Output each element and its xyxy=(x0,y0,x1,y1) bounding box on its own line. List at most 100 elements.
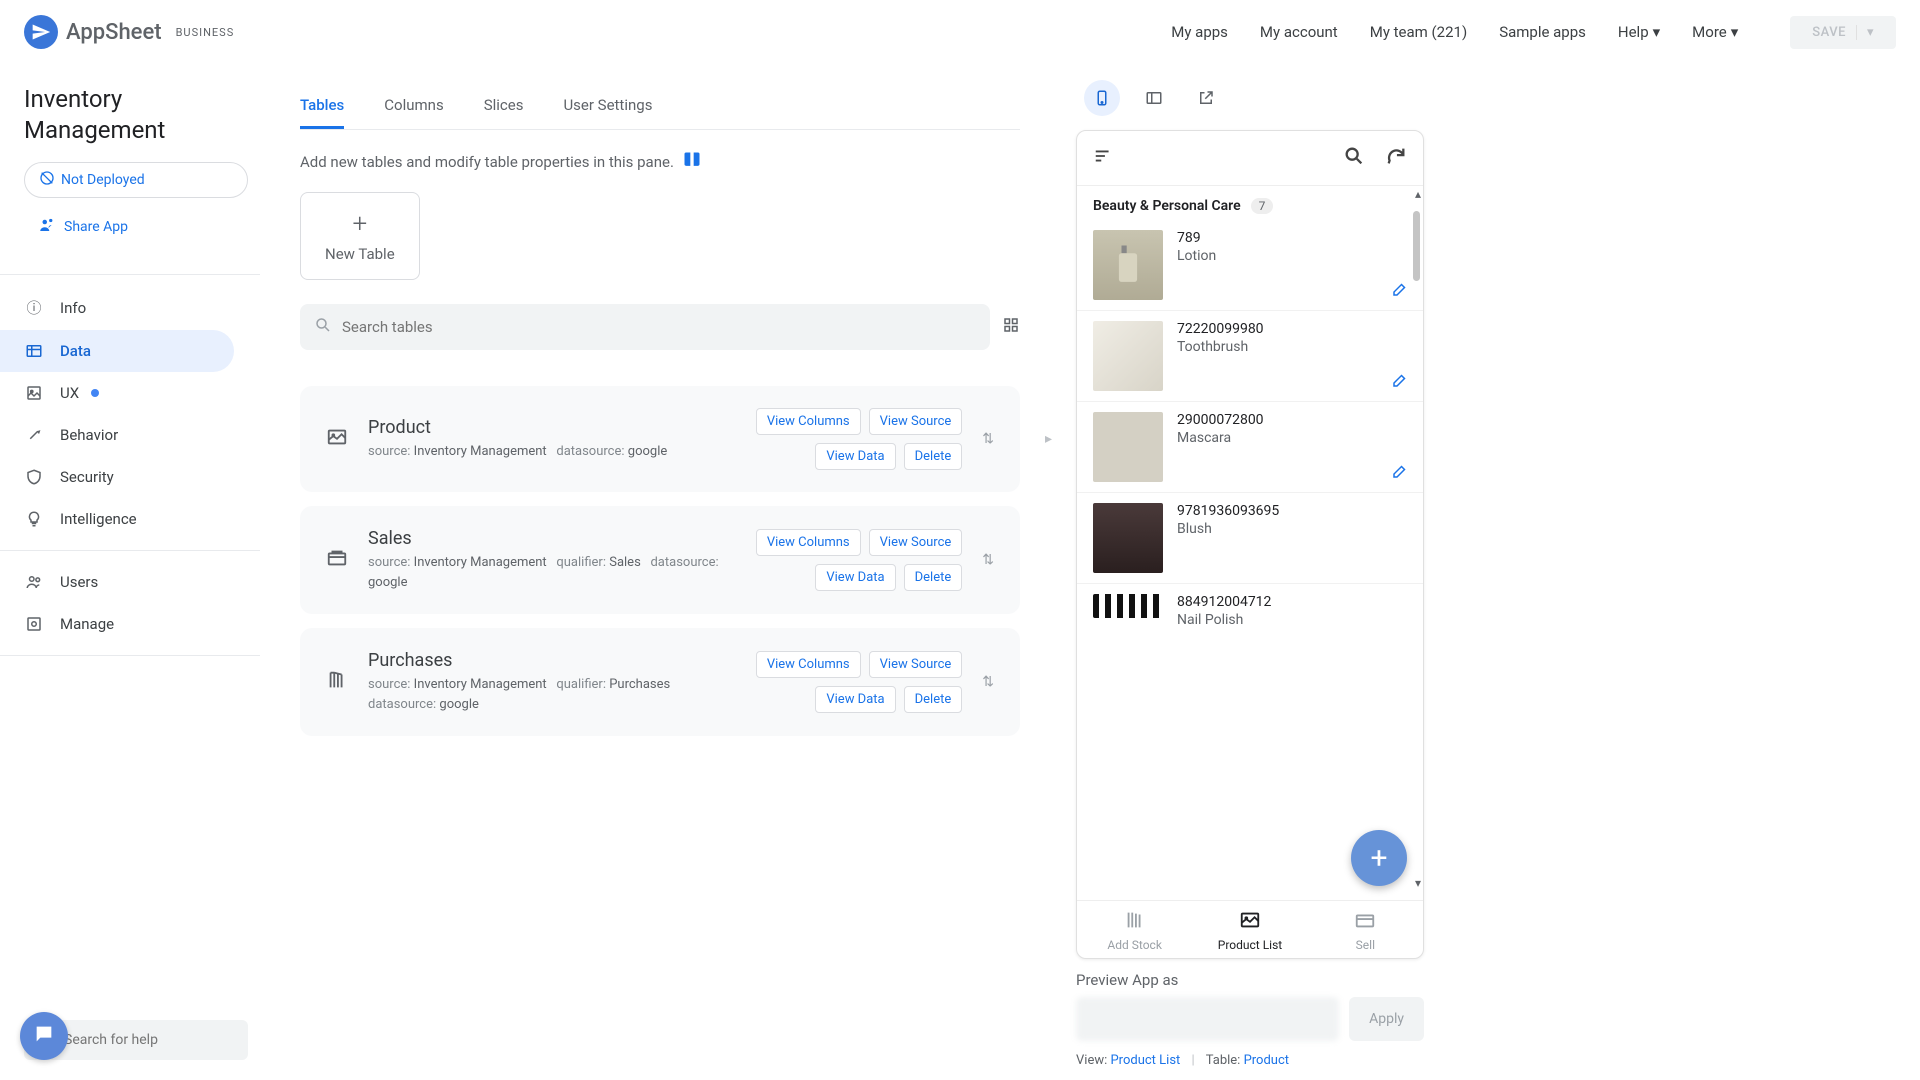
view-columns-button[interactable]: View Columns xyxy=(756,651,861,678)
edit-icon[interactable] xyxy=(1391,371,1409,393)
refresh-icon[interactable] xyxy=(1385,145,1407,171)
expand-collapse-icon[interactable]: ⇅ xyxy=(982,431,994,447)
nav-my-account[interactable]: My account xyxy=(1260,23,1338,41)
nav-sample-apps[interactable]: Sample apps xyxy=(1499,23,1586,41)
table-card-product[interactable]: Product source: Inventory Management dat… xyxy=(300,386,1020,492)
search-tables-input[interactable] xyxy=(342,318,976,336)
view-columns-button[interactable]: View Columns xyxy=(756,529,861,556)
view-label: View: xyxy=(1076,1053,1107,1068)
view-data-button[interactable]: View Data xyxy=(815,443,895,470)
view-columns-button[interactable]: View Columns xyxy=(756,408,861,435)
help-book-icon[interactable] xyxy=(682,150,702,174)
bottomnav-label: Sell xyxy=(1356,938,1375,952)
product-row[interactable]: 884912004712 Nail Polish xyxy=(1077,584,1423,638)
product-row[interactable]: 29000072800 Mascara xyxy=(1077,402,1423,493)
table-type-icon xyxy=(326,547,348,574)
delete-button[interactable]: Delete xyxy=(904,443,963,470)
nav-help-label: Help xyxy=(1618,23,1649,41)
product-thumbnail xyxy=(1093,412,1163,482)
help-search-input[interactable] xyxy=(64,1032,234,1048)
fab-add-button[interactable]: + xyxy=(1351,830,1407,886)
bottomnav-product-list[interactable]: Product List xyxy=(1192,901,1307,958)
view-data-button[interactable]: View Data xyxy=(815,564,895,591)
ux-notification-dot xyxy=(91,389,99,397)
search-tables[interactable] xyxy=(300,304,990,350)
product-list[interactable]: 789 Lotion 72220099980 Toothbrush xyxy=(1077,220,1423,900)
new-table-button[interactable]: + New Table xyxy=(300,192,420,280)
deploy-status-label: Not Deployed xyxy=(61,172,145,188)
apply-button[interactable]: Apply xyxy=(1349,997,1424,1041)
logo[interactable]: AppSheet BUSINESS xyxy=(24,15,234,49)
view-link[interactable]: Product List xyxy=(1110,1053,1180,1068)
tab-slices[interactable]: Slices xyxy=(484,84,524,129)
table-name: Product xyxy=(368,417,736,438)
share-app-button[interactable]: Share App xyxy=(24,210,248,244)
view-source-button[interactable]: View Source xyxy=(869,529,963,556)
expand-collapse-icon[interactable]: ⇅ xyxy=(982,552,994,568)
product-sku: 29000072800 xyxy=(1177,412,1407,428)
delete-button[interactable]: Delete xyxy=(904,686,963,713)
view-data-button[interactable]: View Data xyxy=(815,686,895,713)
bottomnav-add-stock[interactable]: Add Stock xyxy=(1077,901,1192,958)
share-icon xyxy=(38,216,56,238)
table-meta: source: Inventory Management datasource:… xyxy=(368,442,736,462)
sidebar-item-security[interactable]: Security xyxy=(0,456,234,498)
chat-fab[interactable] xyxy=(20,1012,68,1060)
sidebar-item-info[interactable]: ⓘ Info xyxy=(0,285,234,330)
app-title: Inventory Management xyxy=(24,84,248,146)
nav-help[interactable]: Help ▾ xyxy=(1618,23,1660,41)
product-name: Blush xyxy=(1177,521,1407,537)
sidebar-item-users[interactable]: Users xyxy=(0,561,234,603)
bottomnav-label: Add Stock xyxy=(1107,938,1161,952)
expand-collapse-icon[interactable]: ⇅ xyxy=(982,674,994,690)
nav-my-team[interactable]: My team (221) xyxy=(1370,23,1467,41)
product-name: Nail Polish xyxy=(1177,612,1407,628)
sidebar-item-intelligence[interactable]: Intelligence xyxy=(0,498,234,540)
bottomnav-label: Product List xyxy=(1218,938,1282,952)
chevron-right-icon[interactable]: ▸ xyxy=(1045,431,1052,447)
bottomnav-sell[interactable]: Sell xyxy=(1308,901,1423,958)
bulb-icon xyxy=(24,510,44,528)
sidebar-item-behavior[interactable]: Behavior xyxy=(0,414,234,456)
tab-user-settings[interactable]: User Settings xyxy=(563,84,652,129)
info-icon: ⓘ xyxy=(24,297,44,318)
product-row[interactable]: 789 Lotion xyxy=(1077,220,1423,311)
nav-more[interactable]: More ▾ xyxy=(1692,23,1738,41)
view-source-button[interactable]: View Source xyxy=(869,408,963,435)
users-icon xyxy=(24,573,44,591)
sort-icon[interactable] xyxy=(1093,145,1115,171)
scroll-down-icon[interactable]: ▾ xyxy=(1415,876,1421,890)
product-sku: 72220099980 xyxy=(1177,321,1407,337)
product-name: Lotion xyxy=(1177,248,1407,264)
preview-as-input[interactable] xyxy=(1076,997,1339,1041)
edit-icon[interactable] xyxy=(1391,462,1409,484)
product-row[interactable]: 9781936093695 Blush xyxy=(1077,493,1423,584)
nav-my-apps[interactable]: My apps xyxy=(1171,23,1228,41)
new-table-label: New Table xyxy=(325,245,395,263)
preview-open-button[interactable] xyxy=(1188,80,1224,116)
table-meta: source: Inventory Management qualifier: … xyxy=(368,675,736,714)
preview-tablet-button[interactable] xyxy=(1136,80,1172,116)
deploy-status-badge[interactable]: Not Deployed xyxy=(24,162,248,198)
edit-icon[interactable] xyxy=(1391,280,1409,302)
tab-columns[interactable]: Columns xyxy=(384,84,443,129)
view-source-button[interactable]: View Source xyxy=(869,651,963,678)
tab-tables[interactable]: Tables xyxy=(300,84,344,129)
table-card-purchases[interactable]: Purchases source: Inventory Management q… xyxy=(300,628,1020,736)
chevron-down-icon: ▾ xyxy=(1731,23,1739,41)
preview-mobile-button[interactable] xyxy=(1084,80,1120,116)
sidebar-item-ux[interactable]: UX xyxy=(0,372,234,414)
sidebar-item-label: Info xyxy=(60,299,86,317)
search-icon[interactable] xyxy=(1343,145,1365,171)
sidebar-item-data[interactable]: Data xyxy=(0,330,234,372)
grid-view-toggle[interactable] xyxy=(1002,316,1020,338)
table-name: Purchases xyxy=(368,650,736,671)
table-link[interactable]: Product xyxy=(1244,1053,1289,1068)
delete-button[interactable]: Delete xyxy=(904,564,963,591)
category-count: 7 xyxy=(1251,198,1274,214)
product-thumbnail xyxy=(1093,503,1163,573)
product-row[interactable]: 72220099980 Toothbrush xyxy=(1077,311,1423,402)
sidebar-item-manage[interactable]: Manage xyxy=(0,603,234,645)
table-card-sales[interactable]: Sales source: Inventory Management quali… xyxy=(300,506,1020,614)
scroll-up-icon[interactable]: ▴ xyxy=(1415,187,1421,201)
